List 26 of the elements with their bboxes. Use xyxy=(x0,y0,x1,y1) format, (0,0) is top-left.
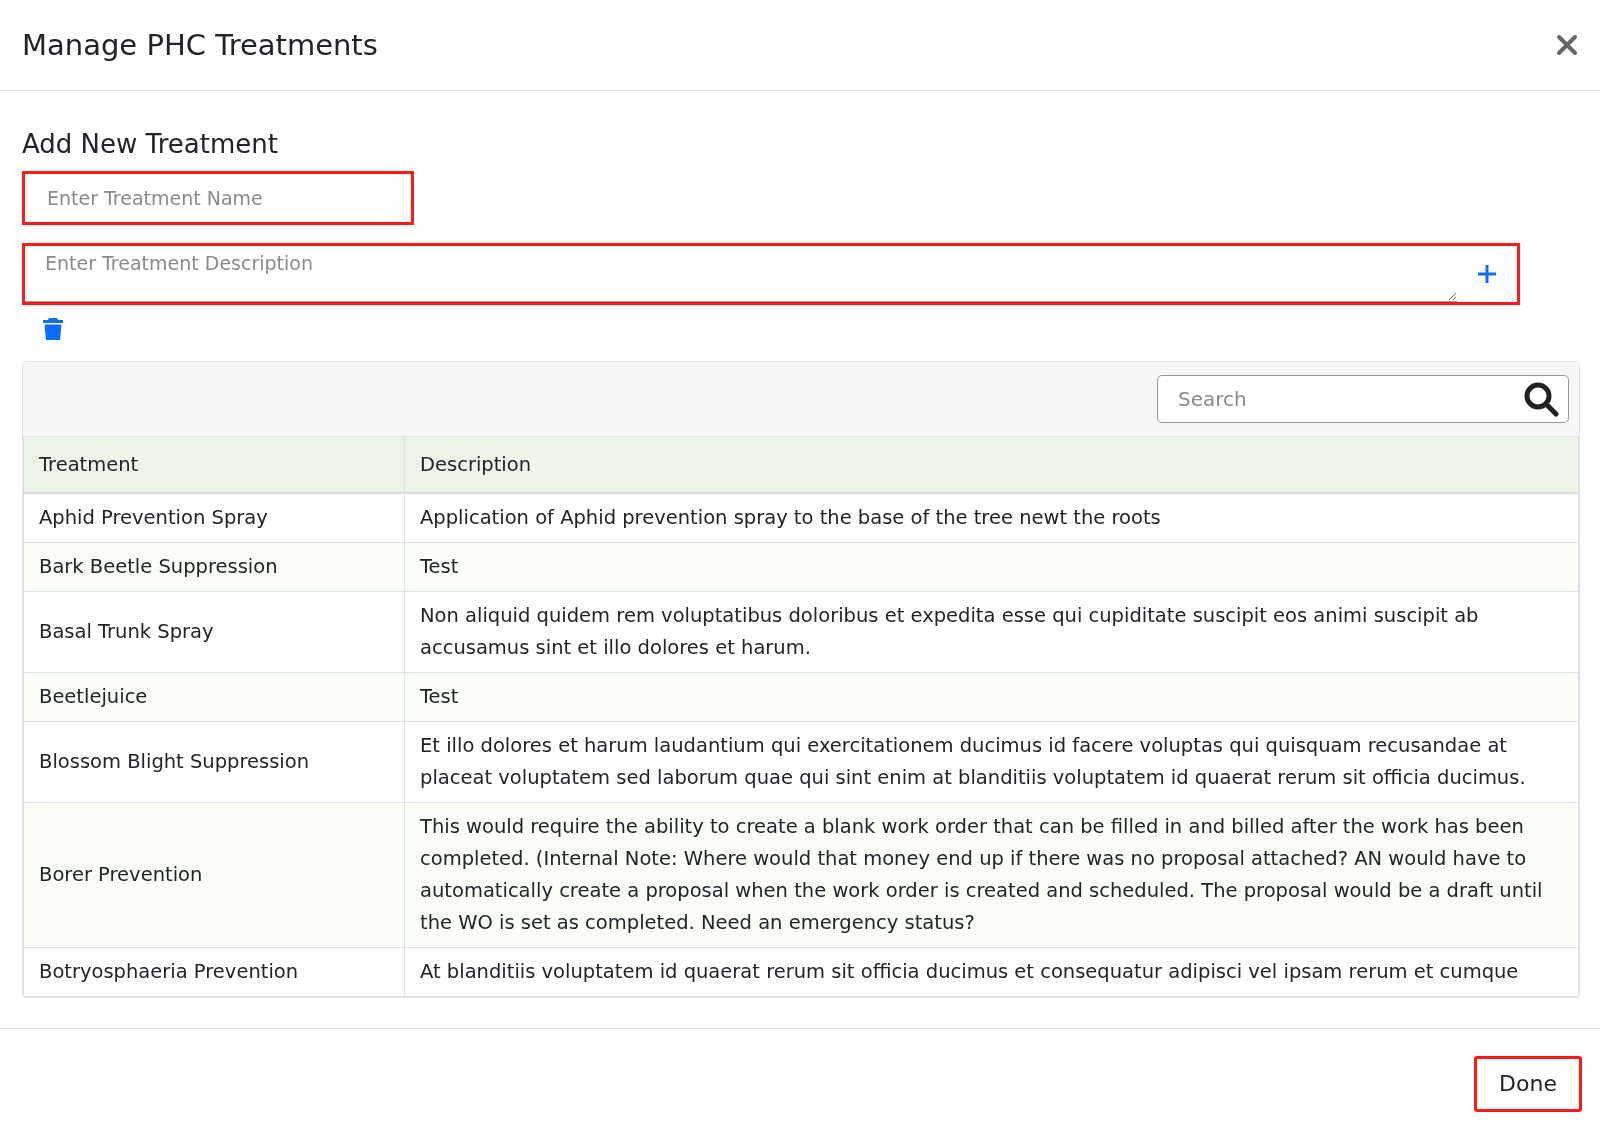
table-cell: Aphid Prevention Spray xyxy=(23,492,405,542)
done-button[interactable]: Done xyxy=(1474,1055,1582,1112)
treatment-description-field[interactable]: Enter Treatment Description xyxy=(22,243,1520,305)
search-field[interactable]: Search xyxy=(1157,375,1569,423)
table-cell: This would require the ability to create a blank work order that can be filled in and billed after the work has been completed. (Internal Note: Where would that money end up if there was no proposal attached? AN would have to automatically create a proposal when the work order is created and scheduled. The proposal would be a draft until the WO is set as completed. Need an emergency status? xyxy=(404,802,1579,947)
search-icon xyxy=(1523,381,1559,417)
table-cell: Test xyxy=(404,672,1579,721)
treatment-name-field[interactable]: Enter Treatment Name xyxy=(22,171,414,225)
table-cell: Basal Trunk Spray xyxy=(23,591,405,672)
table-cell: Blossom Blight Suppression xyxy=(23,721,405,802)
section-heading: Add New Treatment xyxy=(22,129,279,159)
table-cell: Test xyxy=(404,542,1579,591)
table-cell: Botryosphaeria Prevention xyxy=(23,947,405,996)
column-header: Description xyxy=(404,436,1579,493)
delete-icon[interactable] xyxy=(42,317,64,341)
table-cell: Bark Beetle Suppression xyxy=(23,542,405,591)
column-header: Treatment xyxy=(23,436,405,493)
plus-icon xyxy=(1477,264,1497,284)
table-cell: At blanditiis voluptatem id quaerat rerum sit officia ducimus et consequatur adipisci vel ipsam rerum et cumque xyxy=(404,947,1579,996)
table-cell: Beetlejuice xyxy=(23,672,405,721)
table-cell: Borer Prevention xyxy=(23,802,405,947)
table-cell: Non aliquid quidem rem voluptatibus doloribus et expedita esse qui cupiditate suscipit eos animi suscipit ab accusamus sint et illo dolores et harum. xyxy=(404,591,1579,672)
dialog-title: Manage PHC Treatments xyxy=(22,28,378,62)
table-cell: Et illo dolores et harum laudantium qui exercitationem ducimus id facere voluptas qui quisquam recusandae at placeat voluptatem sed laborum quae qui sint enim at blanditiis voluptatem id quaerat rerum sit officia ducimus. xyxy=(404,721,1579,802)
close-button[interactable] xyxy=(1556,34,1578,56)
table-cell: Application of Aphid prevention spray to the base of the tree newt the roots xyxy=(404,492,1579,542)
